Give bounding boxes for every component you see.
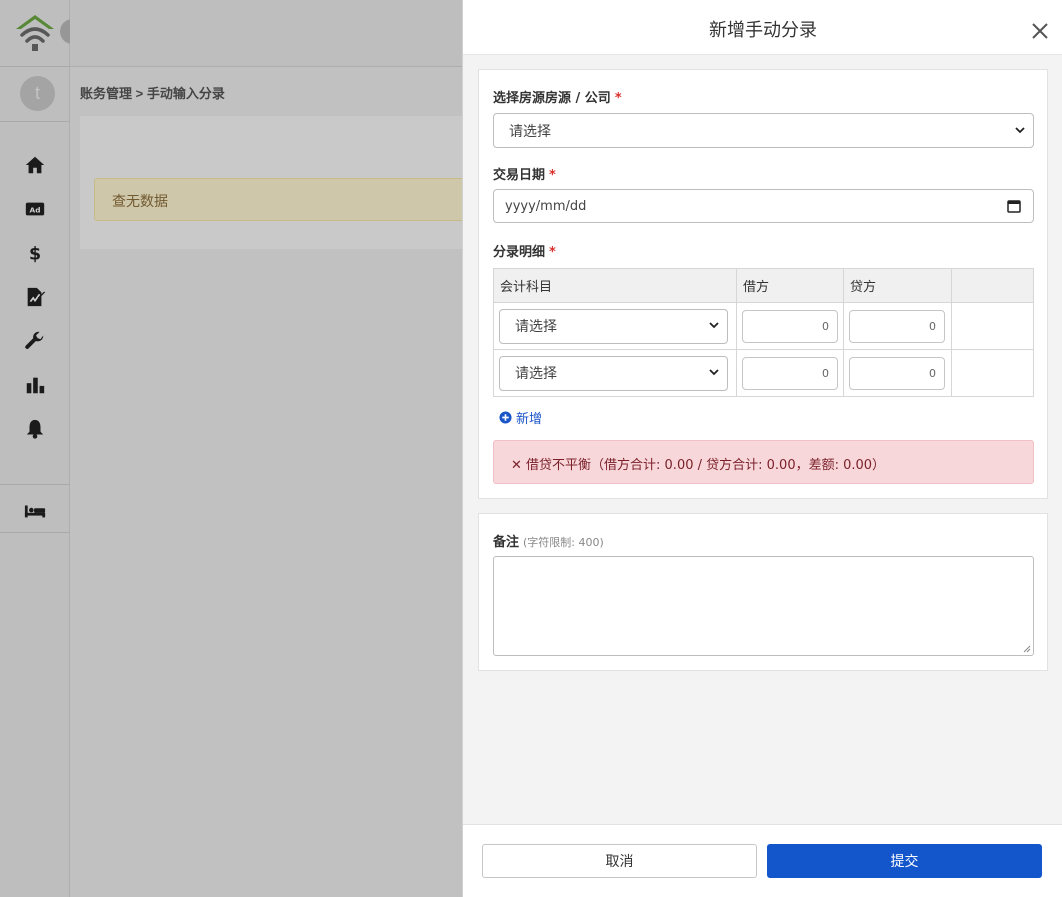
chevron-down-icon [1015,126,1025,133]
chevron-down-icon [709,322,719,329]
add-entry-label: 新增 [516,412,543,427]
account-select-value: 请选择 [515,319,557,335]
actions-cell [950,349,1035,397]
account-select[interactable]: 请选择 [499,355,728,391]
date-label-text: 交易日期 [493,168,546,183]
modal-title: 新增手动分录 [709,20,817,41]
property-select[interactable]: 请选择 [493,113,1034,148]
column-header-credit: 贷方 [842,268,952,303]
notes-label: 备注 (字符限制: 400) [493,531,604,550]
table-row: 请选择 0 0 [493,302,1035,350]
table-row: 请选择 0 0 [493,349,1035,397]
notes-hint: (字符限制: 400) [523,536,604,549]
add-entry-button[interactable]: 新增 [499,408,542,427]
credit-input[interactable]: 0 [848,356,945,390]
plus-circle-icon [499,411,512,424]
calendar-icon[interactable] [1007,199,1021,213]
actions-cell [950,302,1035,350]
notes-textarea[interactable] [493,556,1034,656]
column-header-actions [950,268,1035,303]
entries-label-text: 分录明细 [493,245,546,260]
modal-header: 新增手动分录 [463,0,1062,55]
property-select-value: 请选择 [509,123,551,140]
property-label: 选择房源房源 / 公司 * [493,87,622,106]
account-select[interactable]: 请选择 [499,308,728,344]
account-cell: 请选择 [493,349,737,397]
column-header-debit: 借方 [735,268,844,303]
credit-cell: 0 [842,302,952,350]
notes-label-text: 备注 [493,535,520,550]
debit-input[interactable]: 0 [741,356,838,390]
required-mark: * [614,91,622,106]
table-header-row: 会计科目 借方 贷方 [493,268,1035,303]
required-mark: * [549,168,556,183]
manual-entry-modal: 新增手动分录 选择房源房源 / 公司 * 请选择 交易日期 * yyyy/mm/dd… [462,0,1062,897]
account-cell: 请选择 [493,302,737,350]
submit-button[interactable]: 提交 [767,844,1042,878]
chevron-down-icon [709,369,719,376]
account-select-value: 请选择 [515,366,557,382]
credit-input[interactable]: 0 [848,309,945,343]
required-mark: * [549,245,556,260]
entries-table: 会计科目 借方 贷方 请选择 0 0 请选择 0 0 [493,268,1035,397]
modal-footer: 取消 提交 [463,824,1062,897]
debit-input[interactable]: 0 [741,309,838,343]
date-label: 交易日期 * [493,164,556,183]
entries-label: 分录明细 * [493,241,556,260]
entry-form-panel: 选择房源房源 / 公司 * 请选择 交易日期 * yyyy/mm/dd 分录明细 * … [478,69,1048,499]
date-input-placeholder: yyyy/mm/dd [505,198,587,214]
property-label-text: 选择房源房源 / 公司 [493,91,611,106]
date-input[interactable]: yyyy/mm/dd [493,189,1034,223]
credit-cell: 0 [842,349,952,397]
cancel-button[interactable]: 取消 [482,844,757,878]
column-header-account: 会计科目 [493,268,737,303]
balance-error-alert: ✕ 借贷不平衡（借方合计: 0.00 / 贷方合计: 0.00，差额: 0.00… [493,440,1034,484]
debit-cell: 0 [735,349,844,397]
notes-panel: 备注 (字符限制: 400) [478,513,1048,671]
resize-grip-icon[interactable] [1023,645,1031,653]
debit-cell: 0 [735,302,844,350]
close-icon[interactable] [1030,21,1050,41]
